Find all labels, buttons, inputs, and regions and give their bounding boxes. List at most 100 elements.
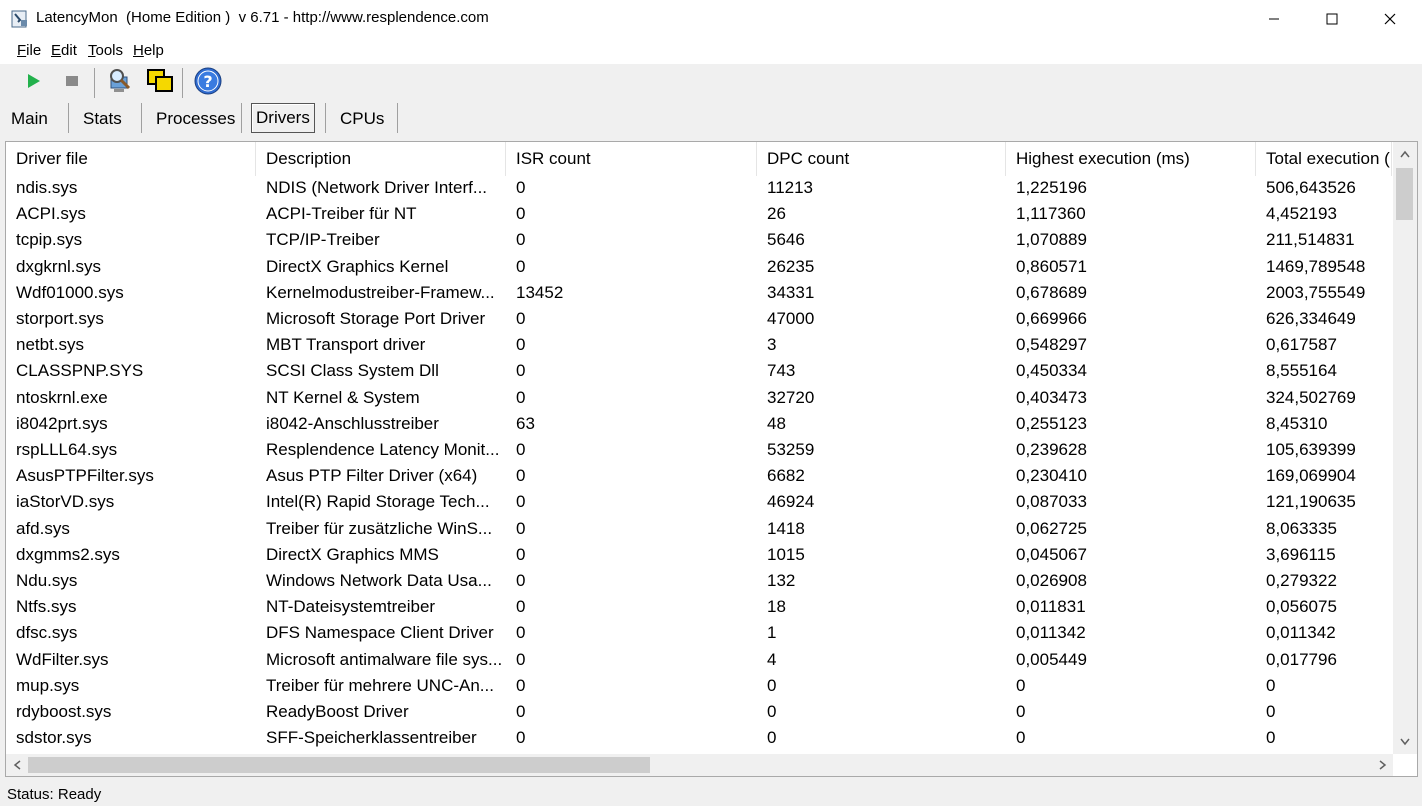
table-cell: 0,255123 bbox=[1016, 413, 1087, 433]
table-cell: 0,011342 bbox=[1266, 623, 1336, 643]
table-row[interactable]: rspLLL64.sys Resplendence Latency Monit..… bbox=[6, 437, 1392, 463]
table-cell: 0 bbox=[516, 597, 526, 617]
table-cell: NDIS (Network Driver Interf... bbox=[266, 178, 488, 197]
table-cell: DirectX Graphics MMS bbox=[266, 544, 439, 564]
table-cell: netbt.sys bbox=[16, 335, 85, 355]
table-cell: rdyboost.sys bbox=[16, 702, 112, 721]
table-cell: 0 bbox=[516, 440, 526, 459]
table-cell: SCSI Class System Dll bbox=[266, 361, 439, 381]
status-text: Status: Ready bbox=[7, 786, 102, 803]
table-row[interactable]: Wdf01000.sys Kernelmodustreiber-Framew...… bbox=[6, 280, 1392, 306]
horizontal-scroll-thumb[interactable] bbox=[28, 757, 650, 773]
table-row[interactable]: mup.sys Treiber für mehrere UNC-An... 0 0 0 0 bbox=[6, 673, 1392, 699]
tab-separator bbox=[141, 103, 142, 133]
table-cell: 0,045067 bbox=[1016, 544, 1087, 564]
table-row[interactable]: Ndu.sys Windows Network Data Usa... 0 132 0,… bbox=[6, 568, 1392, 594]
table-cell: 8,555164 bbox=[1266, 361, 1337, 381]
scroll-down-icon[interactable] bbox=[1399, 736, 1411, 750]
table-cell: 8,063335 bbox=[1266, 518, 1337, 538]
table-cell: Asus PTP Filter Driver (x64) bbox=[266, 466, 478, 486]
scroll-up-icon[interactable] bbox=[1399, 148, 1411, 162]
table-cell: WdFilter.sys bbox=[16, 649, 109, 669]
table-row[interactable]: AsusPTPFilter.sys Asus PTP Filter Driver … bbox=[6, 463, 1392, 489]
close-button[interactable] bbox=[1361, 0, 1419, 38]
table-cell: Ntfs.sys bbox=[16, 597, 77, 617]
scroll-left-icon[interactable] bbox=[12, 759, 22, 774]
copy-windows-icon bbox=[146, 67, 174, 100]
table-cell: sdstor.sys bbox=[16, 728, 92, 748]
menu-file[interactable]: File bbox=[17, 42, 41, 59]
start-button[interactable] bbox=[18, 68, 48, 98]
table-cell: 5646 bbox=[767, 230, 805, 250]
table-cell: 0 bbox=[516, 361, 526, 381]
table-cell: 3,696115 bbox=[1266, 544, 1336, 564]
column-header[interactable]: Total execution ( bbox=[1256, 142, 1392, 176]
table-cell: 0 bbox=[516, 675, 526, 695]
tab-stats[interactable]: Stats bbox=[79, 104, 126, 134]
column-header[interactable]: ISR count bbox=[506, 142, 757, 176]
table-cell: storport.sys bbox=[16, 309, 104, 328]
table-row[interactable]: ACPI.sys ACPI-Treiber für NT 0 26 1,117360 4,… bbox=[6, 201, 1392, 227]
table-cell: 1418 bbox=[767, 518, 805, 538]
minimize-button[interactable] bbox=[1245, 0, 1303, 38]
table-row[interactable]: ndis.sys NDIS (Network Driver Interf... 0 1… bbox=[6, 175, 1392, 201]
table-cell: 0 bbox=[767, 702, 777, 721]
toolbar-separator bbox=[182, 68, 183, 98]
table-cell: 0,056075 bbox=[1266, 597, 1337, 617]
menu-tools[interactable]: Tools bbox=[88, 42, 123, 59]
maximize-button[interactable] bbox=[1303, 0, 1361, 38]
table-cell: SFF-Speicherklassentreiber bbox=[266, 728, 477, 748]
table-row[interactable]: storport.sys Microsoft Storage Port Drive… bbox=[6, 306, 1392, 332]
tab-main[interactable]: Main bbox=[7, 104, 52, 134]
scroll-right-icon[interactable] bbox=[1378, 759, 1388, 774]
analyze-button[interactable] bbox=[104, 68, 134, 98]
tab-cpus[interactable]: CPUs bbox=[336, 104, 388, 134]
table-row[interactable]: sdstor.sys SFF-Speicherklassentreiber 0 0 0 0 bbox=[6, 725, 1392, 751]
table-cell: 6682 bbox=[767, 466, 805, 486]
table-row[interactable]: tcpip.sys TCP/IP-Treiber 0 5646 1,070889 211,… bbox=[6, 227, 1392, 253]
app-icon bbox=[11, 10, 29, 28]
menu-help[interactable]: Help bbox=[133, 42, 164, 59]
table-cell: ACPI-Treiber für NT bbox=[266, 204, 417, 224]
table-cell: 0,239628 bbox=[1016, 440, 1087, 459]
tab-label: Drivers bbox=[256, 108, 310, 127]
table-row[interactable]: ntoskrnl.exe NT Kernel & System 0 32720 0,40… bbox=[6, 385, 1392, 411]
table-row[interactable]: dxgmms2.sys DirectX Graphics MMS 0 1015 0,04… bbox=[6, 542, 1392, 568]
table-cell: ReadyBoost Driver bbox=[266, 702, 409, 721]
table-row[interactable]: afd.sys Treiber für zusätzliche WinS... 0 1… bbox=[6, 516, 1392, 542]
menu-edit[interactable]: Edit bbox=[51, 42, 77, 59]
table-cell: 0 bbox=[516, 335, 526, 355]
table-header: Driver file Description ISR count DPC count… bbox=[6, 142, 1392, 176]
tab-drivers[interactable]: Drivers bbox=[251, 103, 315, 133]
table-cell: 0 bbox=[516, 623, 526, 643]
table-row[interactable]: WdFilter.sys Microsoft antimalware file s… bbox=[6, 647, 1392, 673]
table-cell: 26235 bbox=[767, 256, 815, 276]
tab-separator bbox=[397, 103, 398, 133]
help-button[interactable]: ? bbox=[193, 67, 223, 98]
stop-button[interactable] bbox=[57, 68, 87, 98]
column-header[interactable]: Driver file bbox=[6, 142, 256, 176]
table-row[interactable]: rdyboost.sys ReadyBoost Driver 0 0 0 0 bbox=[6, 699, 1392, 725]
table-cell: dxgkrnl.sys bbox=[16, 256, 102, 276]
table-row[interactable]: CLASSPNP.SYS SCSI Class System Dll 0 743 0,4… bbox=[6, 358, 1392, 384]
tab-label: Main bbox=[11, 109, 48, 128]
table-row[interactable]: i8042prt.sys i8042-Anschlusstreiber 63 48 0,… bbox=[6, 411, 1392, 437]
column-header[interactable]: Description bbox=[256, 142, 506, 176]
table-row[interactable]: netbt.sys MBT Transport driver 0 3 0,548297 0… bbox=[6, 332, 1392, 358]
horizontal-scrollbar[interactable] bbox=[6, 754, 1393, 776]
table-row[interactable]: iaStorVD.sys Intel(R) Rapid Storage Tech.… bbox=[6, 489, 1392, 515]
table-cell: 0,617587 bbox=[1266, 335, 1337, 355]
table-cell: 18 bbox=[767, 597, 786, 617]
table-row[interactable]: dxgkrnl.sys DirectX Graphics Kernel 0 26235… bbox=[6, 254, 1392, 280]
table-cell: 0,026908 bbox=[1016, 571, 1087, 590]
vertical-scrollbar[interactable] bbox=[1393, 142, 1417, 754]
column-header[interactable]: Highest execution (ms) bbox=[1006, 142, 1256, 176]
tab-processes[interactable]: Processes bbox=[152, 104, 239, 134]
windows-button[interactable] bbox=[145, 68, 175, 98]
table-row[interactable]: Ntfs.sys NT-Dateisystemtreiber 0 18 0,011831… bbox=[6, 594, 1392, 620]
table-cell: 0 bbox=[516, 649, 526, 669]
table-row[interactable]: dfsc.sys DFS Namespace Client Driver 0 1 0,0… bbox=[6, 620, 1392, 646]
table-cell: 13452 bbox=[516, 282, 564, 302]
column-header[interactable]: DPC count bbox=[757, 142, 1006, 176]
vertical-scroll-thumb[interactable] bbox=[1396, 168, 1413, 220]
